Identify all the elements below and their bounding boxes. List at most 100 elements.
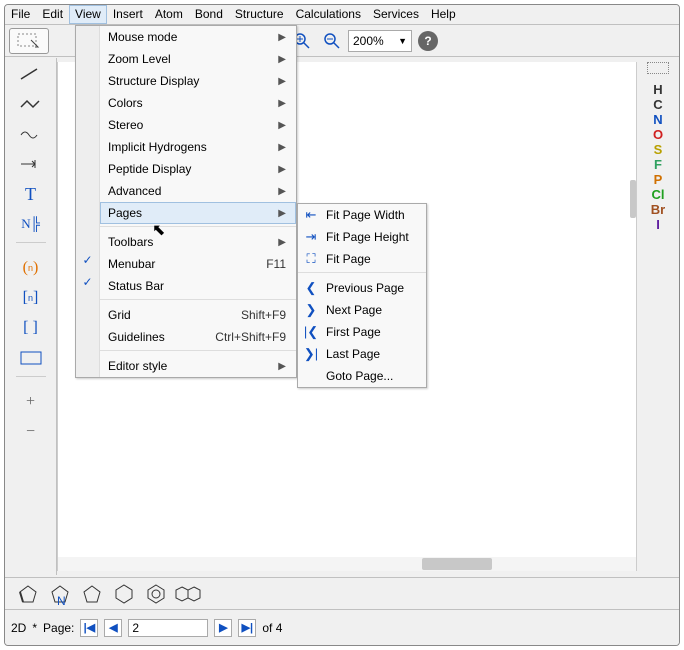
menu-calculations[interactable]: Calculations bbox=[290, 5, 367, 24]
submenu-arrow-icon: ▶ bbox=[278, 76, 286, 87]
submenuitem-label: Last Page bbox=[326, 347, 380, 361]
submenu-arrow-icon: ▶ bbox=[278, 54, 286, 65]
submenu-arrow-icon: ▶ bbox=[278, 32, 286, 43]
submenuitem-label: Fit Page Width bbox=[326, 208, 405, 222]
chain-tool[interactable] bbox=[15, 92, 47, 116]
submenu-arrow-icon: ▶ bbox=[278, 186, 286, 197]
menuitem-colors[interactable]: Colors▶ bbox=[100, 92, 296, 114]
menuitem-guidelines[interactable]: GuidelinesCtrl+Shift+F9 bbox=[100, 326, 296, 348]
page-total: of 4 bbox=[262, 621, 282, 635]
menuitem-menubar[interactable]: MenubarF11 bbox=[100, 253, 296, 275]
element-p[interactable]: P bbox=[647, 172, 669, 187]
submenuitem-label: Fit Page bbox=[326, 252, 371, 266]
element-s[interactable]: S bbox=[647, 142, 669, 157]
cyclopentadiene-n-tool[interactable]: N bbox=[47, 581, 73, 607]
bracket-square-n-tool[interactable]: [n] bbox=[15, 286, 47, 310]
wavy-bond-tool[interactable] bbox=[15, 122, 47, 146]
cyclohexane-tool[interactable] bbox=[111, 581, 137, 607]
label-tool[interactable]: N╠ bbox=[15, 212, 47, 236]
cyclopentadiene-tool[interactable] bbox=[15, 581, 41, 607]
menu-file[interactable]: File bbox=[5, 5, 36, 24]
element-br[interactable]: Br bbox=[647, 202, 669, 217]
menuitem-peptide-display[interactable]: Peptide Display▶ bbox=[100, 158, 296, 180]
help-button[interactable]: ? bbox=[418, 31, 438, 51]
menuitem-label: Guidelines bbox=[108, 330, 165, 344]
menuitem-structure-display[interactable]: Structure Display▶ bbox=[100, 70, 296, 92]
menuitem-label: Status Bar bbox=[108, 279, 164, 293]
minus-tool[interactable]: − bbox=[15, 420, 47, 444]
menuitem-label: Zoom Level bbox=[108, 52, 171, 66]
plus-tool[interactable]: + bbox=[15, 390, 47, 414]
menuitem-status-bar[interactable]: Status Bar bbox=[100, 275, 296, 297]
horizontal-scrollbar[interactable] bbox=[58, 557, 636, 571]
submenu-icon: ⛶ bbox=[302, 251, 320, 267]
text-tool[interactable]: T bbox=[15, 182, 47, 206]
submenuitem-label: First Page bbox=[326, 325, 381, 339]
fused-ring-tool[interactable] bbox=[175, 581, 201, 607]
menuitem-label: Colors bbox=[108, 96, 143, 110]
submenuitem-first-page[interactable]: |❮ First Page bbox=[298, 321, 426, 343]
last-page-button[interactable]: ▶| bbox=[238, 619, 256, 637]
element-i[interactable]: I bbox=[647, 217, 669, 232]
menu-bond[interactable]: Bond bbox=[189, 5, 229, 24]
menuitem-editor-style[interactable]: Editor style▶ bbox=[100, 355, 296, 377]
submenuitem-next-page[interactable]: ❯Next Page bbox=[298, 299, 426, 321]
submenuitem-fit-page[interactable]: ⛶ Fit Page bbox=[298, 248, 426, 270]
menuitem-implicit-hydrogens[interactable]: Implicit Hydrogens▶ bbox=[100, 136, 296, 158]
submenuitem-label: Fit Page Height bbox=[326, 230, 409, 244]
menuitem-pages[interactable]: Pages▶ bbox=[100, 202, 296, 224]
rectangle-tool[interactable] bbox=[15, 346, 47, 370]
menu-insert[interactable]: Insert bbox=[107, 5, 149, 24]
element-f[interactable]: F bbox=[647, 157, 669, 172]
first-page-button[interactable]: |◀ bbox=[80, 619, 98, 637]
menu-services[interactable]: Services bbox=[367, 5, 425, 24]
submenuitem-last-page[interactable]: ❯|Last Page bbox=[298, 343, 426, 365]
menu-help[interactable]: Help bbox=[425, 5, 462, 24]
cyclopentane-tool[interactable] bbox=[79, 581, 105, 607]
horizontal-scroll-thumb[interactable] bbox=[422, 558, 492, 570]
submenuitem-previous-page[interactable]: ❮Previous Page bbox=[298, 277, 426, 299]
submenuitem-label: Next Page bbox=[326, 303, 382, 317]
menu-structure[interactable]: Structure bbox=[229, 5, 290, 24]
menuitem-label: Stereo bbox=[108, 118, 143, 132]
menuitem-zoom-level[interactable]: Zoom Level ▶ bbox=[100, 48, 296, 70]
page-number-input[interactable]: 2 bbox=[128, 619, 208, 637]
submenu-arrow-icon: ▶ bbox=[278, 361, 286, 372]
submenuitem-fit-page-width[interactable]: ⇤Fit Page Width bbox=[298, 204, 426, 226]
element-n[interactable]: N bbox=[647, 112, 669, 127]
submenu-arrow-icon: ▶ bbox=[278, 208, 286, 219]
selection-tool-button[interactable] bbox=[9, 28, 49, 54]
menuitem-label: Menubar bbox=[108, 257, 155, 271]
prev-page-button[interactable]: ◀ bbox=[104, 619, 122, 637]
menuitem-advanced[interactable]: Advanced▶ bbox=[100, 180, 296, 202]
menuitem-label: Toolbars bbox=[108, 235, 153, 249]
single-bond-tool[interactable] bbox=[15, 62, 47, 86]
zoom-level-select[interactable]: 200% ▼ bbox=[348, 30, 412, 52]
menuitem-stereo[interactable]: Stereo▶ bbox=[100, 114, 296, 136]
view-menu: ✓✓ Mouse mode▶Zoom Level▶Structure Displ… bbox=[75, 25, 297, 378]
benzene-tool[interactable] bbox=[143, 581, 169, 607]
menu-edit[interactable]: Edit bbox=[36, 5, 69, 24]
menuitem-toolbars[interactable]: Toolbars▶ bbox=[100, 231, 296, 253]
menuitem-label: Grid bbox=[108, 308, 131, 322]
zoom-out-button[interactable] bbox=[318, 28, 346, 54]
submenu-icon: ⇥ bbox=[302, 229, 320, 245]
element-h[interactable]: H bbox=[647, 82, 669, 97]
menuitem-mouse-mode[interactable]: Mouse mode▶ bbox=[100, 26, 296, 48]
bracket-square-tool[interactable]: [ ] bbox=[15, 316, 47, 340]
menuitem-grid[interactable]: GridShift+F9 bbox=[100, 304, 296, 326]
submenuitem-goto-page-[interactable]: Goto Page... bbox=[298, 365, 426, 387]
element-o[interactable]: O bbox=[647, 127, 669, 142]
bracket-round-tool[interactable]: (n) bbox=[15, 256, 47, 280]
dirty-indicator: * bbox=[32, 621, 37, 635]
vertical-scroll-thumb[interactable] bbox=[630, 180, 636, 218]
submenuitem-fit-page-height[interactable]: ⇥ Fit Page Height bbox=[298, 226, 426, 248]
element-cl[interactable]: Cl bbox=[647, 187, 669, 202]
menu-atom[interactable]: Atom bbox=[149, 5, 189, 24]
next-page-button[interactable]: ▶ bbox=[214, 619, 232, 637]
directed-bond-tool[interactable] bbox=[15, 152, 47, 176]
submenu-icon: |❮ bbox=[302, 324, 320, 340]
menu-view[interactable]: View bbox=[69, 5, 107, 24]
element-c[interactable]: C bbox=[647, 97, 669, 112]
periodic-table-button[interactable] bbox=[647, 62, 669, 74]
